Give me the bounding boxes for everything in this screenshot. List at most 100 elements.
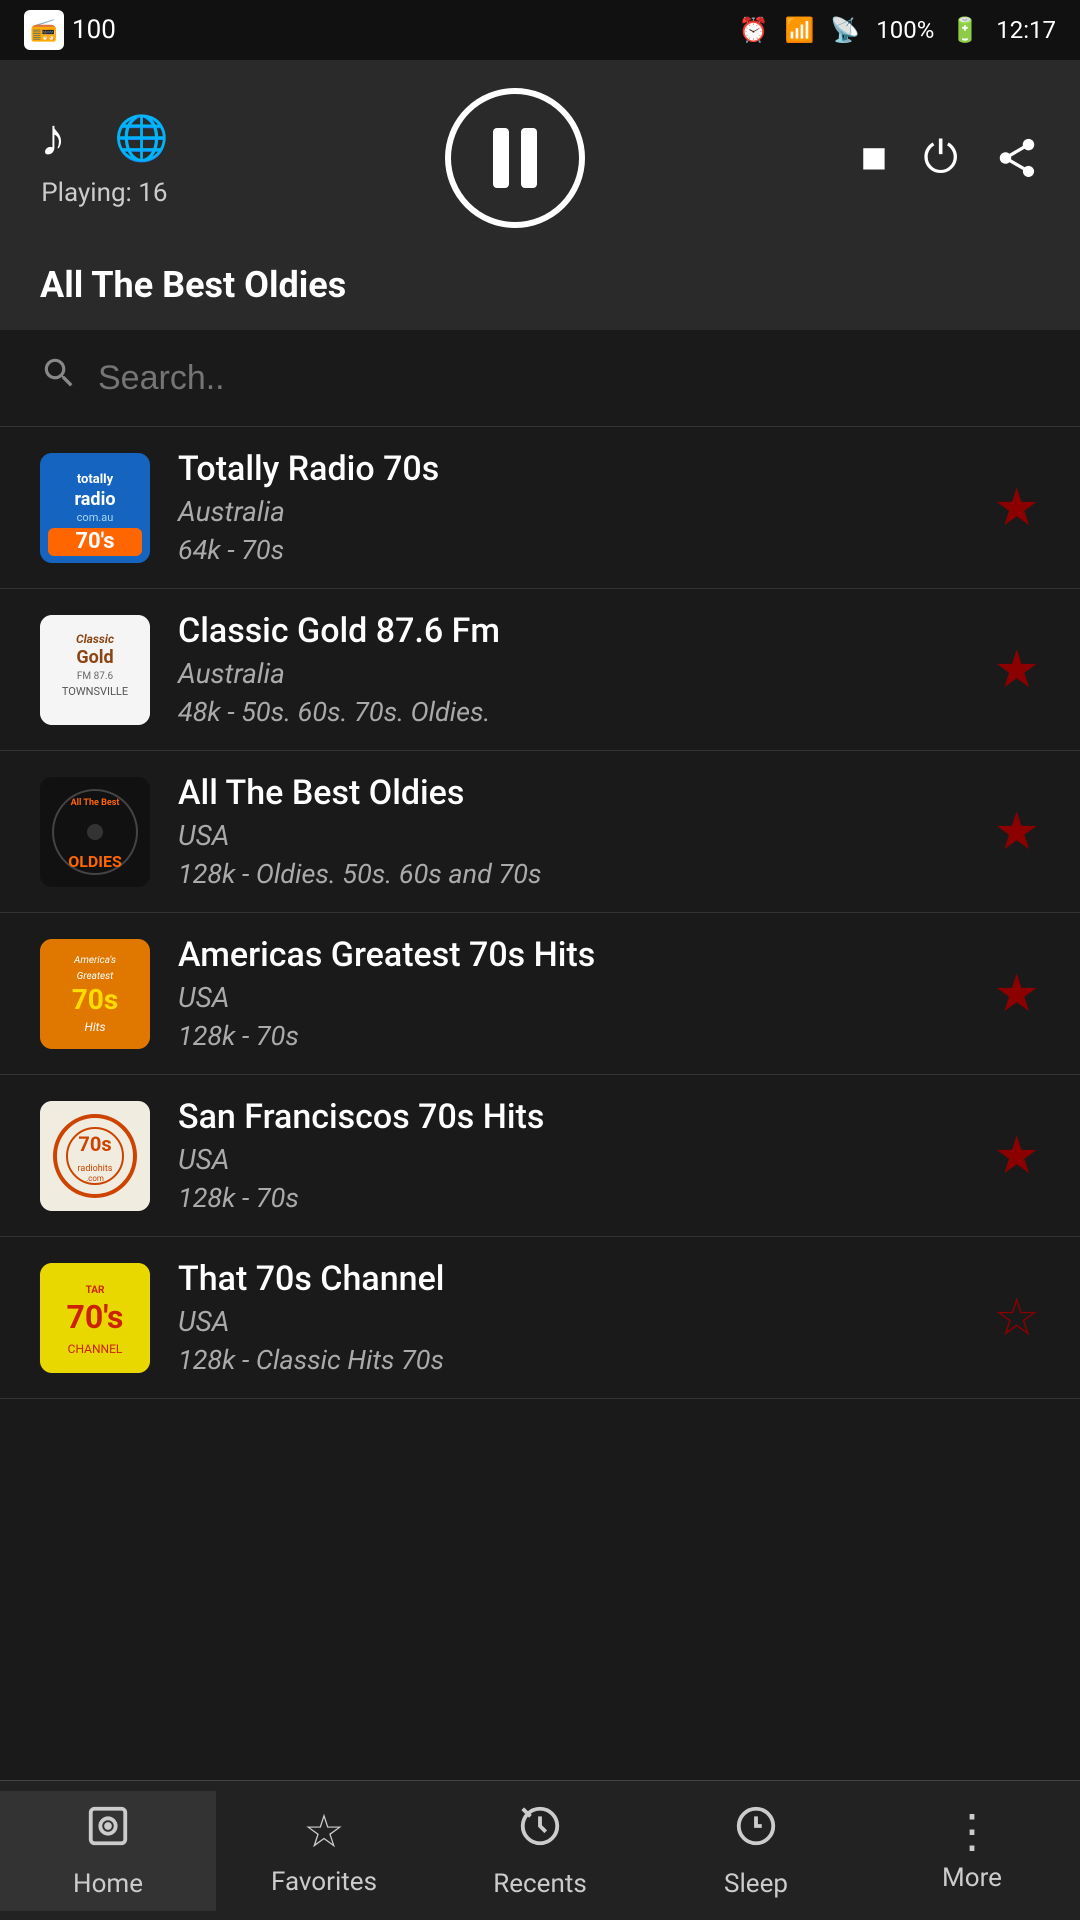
- station-bitrate: 128k - Classic Hits 70s: [178, 1344, 965, 1376]
- station-bitrate: 64k - 70s: [178, 534, 965, 566]
- station-info: Americas Greatest 70s Hits USA 128k - 70…: [178, 935, 965, 1052]
- power-button[interactable]: ⏻: [923, 133, 958, 183]
- nav-more[interactable]: ⋮ More: [864, 1797, 1080, 1905]
- svg-text:radio: radio: [75, 489, 116, 510]
- station-country: Australia: [178, 495, 965, 528]
- now-playing-title: All The Best Oldies: [40, 264, 346, 306]
- clock: 12:17: [996, 16, 1056, 44]
- station-logo: 70s radiohits .com: [40, 1101, 150, 1211]
- favorites-label: Favorites: [271, 1867, 377, 1897]
- station-name: Americas Greatest 70s Hits: [178, 935, 965, 975]
- pause-icon: [493, 128, 537, 188]
- svg-text:Greatest: Greatest: [77, 971, 115, 982]
- station-name: San Franciscos 70s Hits: [178, 1097, 965, 1137]
- station-info: Classic Gold 87.6 Fm Australia 48k - 50s…: [178, 611, 965, 728]
- svg-text:FM 87.6: FM 87.6: [77, 671, 114, 682]
- share-button[interactable]: [994, 135, 1040, 181]
- svg-text:TOWNSVILLE: TOWNSVILLE: [62, 685, 128, 698]
- station-country: USA: [178, 819, 965, 852]
- station-bitrate: 48k - 50s. 60s. 70s. Oldies.: [178, 696, 965, 728]
- station-info: All The Best Oldies USA 128k - Oldies. 5…: [178, 773, 965, 890]
- svg-text:Classic: Classic: [76, 632, 114, 646]
- nav-sleep[interactable]: Sleep: [648, 1791, 864, 1911]
- signal-icon: 📡: [830, 16, 860, 44]
- svg-text:70s: 70s: [78, 1132, 111, 1156]
- station-bitrate: 128k - 70s: [178, 1182, 965, 1214]
- station-bitrate: 128k - 70s: [178, 1020, 965, 1052]
- nav-recents[interactable]: Recents: [432, 1791, 648, 1911]
- home-icon: [85, 1803, 131, 1861]
- svg-text:CHANNEL: CHANNEL: [68, 1342, 123, 1356]
- favorites-icon: ☆: [303, 1804, 344, 1859]
- stop-button[interactable]: ■: [861, 133, 888, 183]
- nav-favorites[interactable]: ☆ Favorites: [216, 1792, 432, 1909]
- favorite-button[interactable]: ★: [993, 640, 1040, 700]
- playing-label: Playing: 16: [41, 178, 167, 208]
- top-left-icons: ♪ 🌐 Playing: 16: [40, 108, 169, 208]
- station-item[interactable]: Classic Gold FM 87.6 TOWNSVILLE Classic …: [0, 589, 1080, 751]
- more-label: More: [942, 1863, 1002, 1893]
- station-bitrate: 128k - Oldies. 50s. 60s and 70s: [178, 858, 965, 890]
- music-button[interactable]: ♪: [40, 108, 66, 168]
- station-country: Australia: [178, 657, 965, 690]
- station-item[interactable]: TAR 70's CHANNEL That 70s Channel USA 12…: [0, 1237, 1080, 1399]
- svg-text:70's: 70's: [75, 529, 114, 554]
- svg-text:radiohits: radiohits: [78, 1164, 113, 1174]
- favorite-button[interactable]: ★: [993, 478, 1040, 538]
- station-name: That 70s Channel: [178, 1259, 965, 1299]
- sleep-label: Sleep: [724, 1869, 788, 1899]
- top-controls: ♪ 🌐 Playing: 16 ■ ⏻: [0, 60, 1080, 248]
- svg-text:70s: 70s: [72, 983, 119, 1016]
- favorite-button[interactable]: ★: [993, 964, 1040, 1024]
- alarm-icon: ⏰: [739, 16, 769, 44]
- station-logo: TAR 70's CHANNEL: [40, 1263, 150, 1373]
- status-bar: 📻 100 ⏰ 📶 📡 100% 🔋 12:17: [0, 0, 1080, 60]
- svg-text:All The Best: All The Best: [71, 798, 120, 808]
- svg-text:.com: .com: [86, 1174, 104, 1183]
- pause-button[interactable]: [445, 88, 585, 228]
- nav-home[interactable]: Home: [0, 1791, 216, 1911]
- recents-icon: [517, 1803, 563, 1861]
- station-logo: Classic Gold FM 87.6 TOWNSVILLE: [40, 615, 150, 725]
- pause-bar-right: [521, 128, 537, 188]
- home-label: Home: [73, 1869, 143, 1899]
- station-country: USA: [178, 1143, 965, 1176]
- svg-text:America's: America's: [73, 955, 116, 966]
- pause-bar-left: [493, 128, 509, 188]
- station-list: totally radio com.au 70's Totally Radio …: [0, 427, 1080, 1747]
- sleep-icon: [733, 1803, 779, 1861]
- globe-button[interactable]: 🌐: [114, 108, 169, 168]
- station-item[interactable]: totally radio com.au 70's Totally Radio …: [0, 427, 1080, 589]
- station-country: USA: [178, 1305, 965, 1338]
- media-icons-row: ♪ 🌐: [40, 108, 169, 168]
- station-item[interactable]: All The Best OLDIES All The Best Oldies …: [0, 751, 1080, 913]
- svg-text:TAR: TAR: [86, 1285, 105, 1296]
- station-info: That 70s Channel USA 128k - Classic Hits…: [178, 1259, 965, 1376]
- svg-text:com.au: com.au: [77, 511, 114, 524]
- status-right: ⏰ 📶 📡 100% 🔋 12:17: [739, 16, 1056, 44]
- search-bar[interactable]: [0, 330, 1080, 427]
- search-icon: [40, 354, 78, 402]
- favorite-button[interactable]: ☆: [993, 1288, 1040, 1348]
- favorite-button[interactable]: ★: [993, 802, 1040, 862]
- station-name: All The Best Oldies: [178, 773, 965, 813]
- station-info: San Franciscos 70s Hits USA 128k - 70s: [178, 1097, 965, 1214]
- signal-count: 100: [72, 15, 116, 45]
- svg-text:Hits: Hits: [85, 1020, 106, 1034]
- station-info: Totally Radio 70s Australia 64k - 70s: [178, 449, 965, 566]
- battery-icon: 🔋: [950, 16, 980, 44]
- station-logo: All The Best OLDIES: [40, 777, 150, 887]
- station-item[interactable]: America's Greatest 70s Hits Americas Gre…: [0, 913, 1080, 1075]
- bottom-nav: Home ☆ Favorites Recents Sleep ⋮ More: [0, 1780, 1080, 1920]
- favorite-button[interactable]: ★: [993, 1126, 1040, 1186]
- station-item[interactable]: 70s radiohits .com San Franciscos 70s Hi…: [0, 1075, 1080, 1237]
- station-country: USA: [178, 981, 965, 1014]
- wifi-icon: 📶: [785, 16, 815, 44]
- svg-text:OLDIES: OLDIES: [68, 852, 122, 871]
- recents-label: Recents: [493, 1869, 587, 1899]
- station-logo: America's Greatest 70s Hits: [40, 939, 150, 1049]
- app-icon: 📻: [24, 10, 64, 50]
- search-input[interactable]: [98, 359, 1040, 398]
- station-name: Totally Radio 70s: [178, 449, 965, 489]
- top-right-icons: ■ ⏻: [861, 133, 1040, 183]
